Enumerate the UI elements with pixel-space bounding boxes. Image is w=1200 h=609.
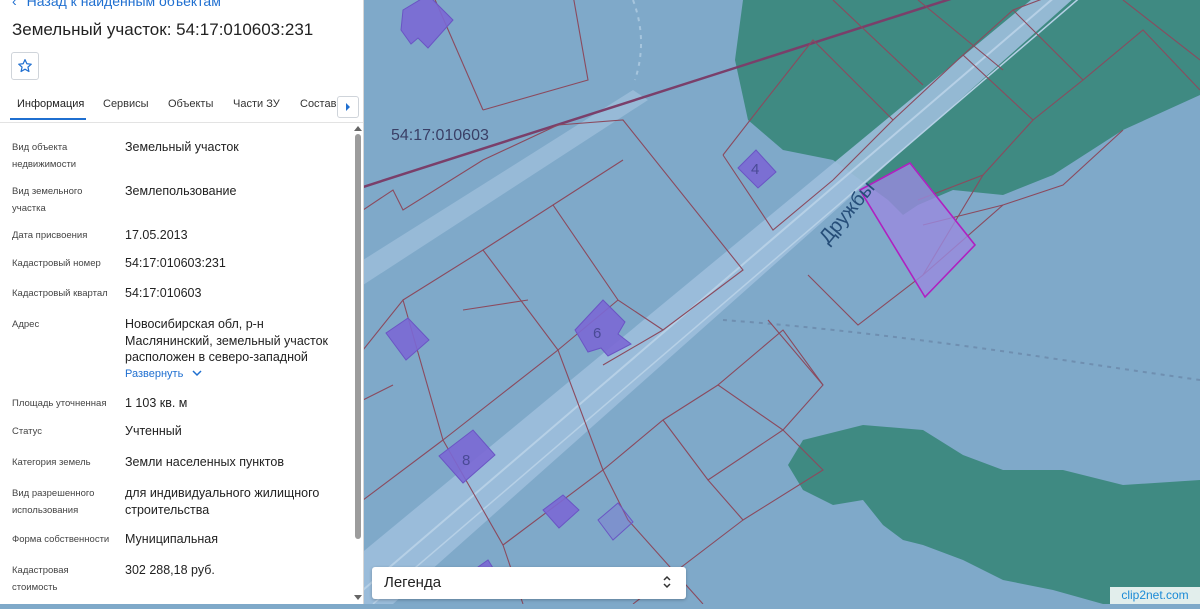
legend-panel[interactable]: Легенда	[372, 567, 686, 599]
field-value: для индивидуального жилищного строительс…	[125, 486, 320, 517]
sort-arrows-icon[interactable]	[662, 574, 672, 595]
page-title: Земельный участок: 54:17:010603:231	[12, 20, 314, 39]
tab-information[interactable]: Информация	[17, 98, 84, 110]
back-link-label: Назад к найденным объектам	[26, 0, 221, 9]
active-tab-indicator	[10, 118, 86, 120]
field-label: Кадастровая стоимость	[12, 565, 69, 593]
field-label: Статус	[12, 426, 43, 437]
chevron-down-icon	[192, 370, 202, 377]
field-label: Вид земельного участка	[12, 186, 83, 214]
quarter-label: 54:17:010603	[391, 127, 489, 144]
info-panel: ‹ Назад к найденным объектам Земельный уч…	[0, 0, 364, 604]
scroll-up-icon	[354, 126, 362, 131]
tab-services[interactable]: Сервисы	[103, 98, 149, 110]
watermark: clip2net.com	[1110, 587, 1200, 604]
panel-scrollbar[interactable]	[352, 122, 362, 604]
expand-address-link[interactable]: Развернуть	[125, 368, 202, 380]
field-value: Землепользование	[125, 184, 237, 198]
tab-objects[interactable]: Объекты	[168, 98, 213, 110]
field-value: Муниципальная	[125, 532, 218, 546]
building-number: 6	[593, 325, 601, 342]
legend-label: Легенда	[384, 574, 442, 591]
field-value: Земельный участок	[125, 140, 239, 154]
expand-label: Развернуть	[125, 368, 184, 380]
field-label: Площадь уточненная	[12, 398, 107, 409]
tab-parts[interactable]: Части ЗУ	[233, 98, 280, 110]
field-value: 54:17:010603:231	[125, 256, 226, 270]
field-value: Земли населенных пунктов	[125, 455, 284, 469]
tab-bar: Информация Сервисы Объекты Части ЗУ Сост…	[0, 92, 363, 123]
tab-composition[interactable]: Состав	[300, 98, 336, 110]
cadastral-map[interactable]: 54:17:010603 Дружбы 4 6 8	[353, 0, 1200, 605]
tabs-scroll-right-button[interactable]	[337, 96, 359, 118]
star-icon	[18, 59, 32, 73]
scroll-down-icon	[354, 595, 362, 600]
field-value: 17.05.2013	[125, 228, 188, 242]
chevron-left-icon: ‹	[12, 0, 17, 9]
field-value: Новосибирская обл, р-н Маслянинский, зем…	[125, 317, 329, 364]
field-value: 302 288,18 руб.	[125, 563, 215, 577]
field-label: Дата присвоения	[12, 230, 88, 241]
field-value: Учтенный	[125, 424, 182, 438]
field-label: Форма собственности	[12, 534, 110, 545]
field-label: Адрес	[12, 319, 40, 330]
field-label: Вид объекта недвижимости	[12, 142, 77, 170]
favorite-button[interactable]	[11, 52, 39, 80]
chevron-right-icon	[346, 103, 350, 111]
field-value: 1 103 кв. м	[125, 396, 188, 410]
field-label: Вид разрешенного использования	[12, 488, 95, 516]
field-label: Кадастровый квартал	[12, 288, 108, 299]
building-number: 8	[462, 452, 470, 469]
building-number: 4	[751, 161, 759, 178]
back-link[interactable]: ‹ Назад к найденным объектам	[12, 0, 221, 9]
field-value: 54:17:010603	[125, 286, 202, 300]
scrollbar-thumb[interactable]	[355, 134, 361, 539]
field-label: Кадастровый номер	[12, 258, 101, 269]
field-label: Категория земель	[12, 457, 91, 468]
